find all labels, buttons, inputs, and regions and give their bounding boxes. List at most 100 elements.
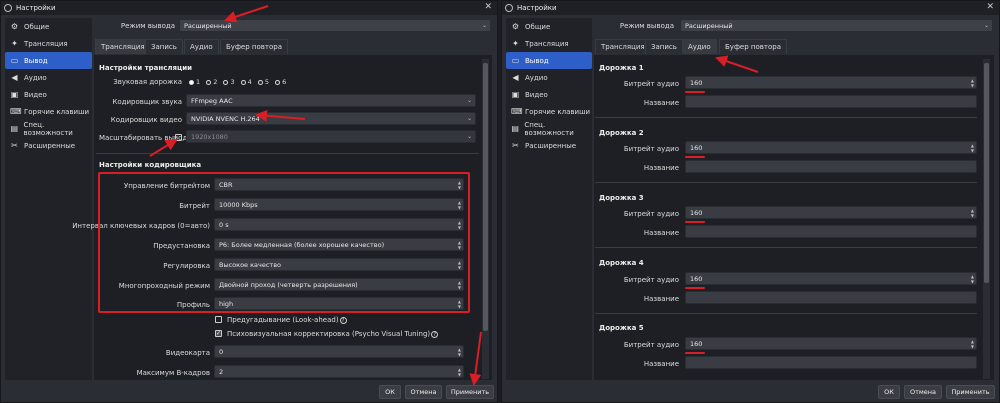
gear-icon: ⚙ bbox=[511, 22, 520, 31]
annotation-box bbox=[98, 172, 470, 313]
spin-arrows-icon: ▲ ▼ bbox=[970, 274, 974, 284]
sidebar-item-general[interactable]: ⚙ Общие bbox=[5, 18, 92, 35]
cancel-button[interactable]: Отмена bbox=[405, 385, 442, 399]
divider bbox=[96, 153, 479, 154]
monitor-icon: ▣ bbox=[10, 90, 19, 99]
sidebar-item-output[interactable]: ▭ Вывод bbox=[506, 52, 592, 69]
chevron-down-icon: ⌄ bbox=[466, 115, 472, 122]
monitor-icon: ▣ bbox=[511, 90, 520, 99]
chevron-down-icon: ⌄ bbox=[466, 97, 472, 104]
apply-button[interactable]: Применить bbox=[946, 385, 995, 399]
close-icon[interactable]: ✕ bbox=[986, 2, 994, 12]
lookahead-label: Предугадывание (Look-ahead)? bbox=[227, 316, 347, 324]
tab-stream[interactable]: Трансляция bbox=[95, 39, 151, 54]
track-name-input[interactable] bbox=[685, 356, 977, 369]
video-encoder-select[interactable]: NVIDIA NVENC H.264 ⌄ bbox=[186, 112, 476, 125]
rescale-output-checkbox[interactable] bbox=[175, 134, 182, 141]
sidebar-item-hotkeys[interactable]: ⌨ Горячие клавиши bbox=[5, 103, 92, 120]
sidebar-item-label: Общие bbox=[525, 22, 551, 31]
track-name-label: Название bbox=[643, 164, 679, 172]
tab-stream[interactable]: Трансляция bbox=[595, 39, 651, 54]
output-mode-select[interactable]: Расширенный ⌄ bbox=[680, 19, 993, 32]
audio-bitrate-label: Битрейт аудио bbox=[623, 276, 679, 284]
audio-bitrate-select[interactable]: 160 ▲ ▼ bbox=[685, 206, 977, 219]
track-name-input[interactable] bbox=[685, 225, 977, 238]
sidebar-item-hotkeys[interactable]: ⌨ Горячие клавиши bbox=[506, 103, 592, 120]
track-title: Дорожка 5 bbox=[599, 324, 644, 332]
output-mode-select[interactable]: Расширенный ⌄ bbox=[179, 19, 491, 32]
sidebar-item-audio[interactable]: ◀ Аудио bbox=[5, 69, 92, 86]
help-icon[interactable]: ? bbox=[431, 331, 439, 338]
track-name-input[interactable] bbox=[685, 160, 977, 173]
annotation-underline bbox=[685, 287, 705, 289]
track-name-label: Название bbox=[643, 229, 679, 237]
spin-arrows-icon: ▲ ▼ bbox=[457, 367, 461, 377]
sidebar-item-video[interactable]: ▣ Видео bbox=[5, 86, 92, 103]
track-name-input[interactable] bbox=[685, 95, 977, 108]
tab-recording[interactable]: Запись bbox=[645, 39, 683, 54]
radio-track-3[interactable] bbox=[223, 79, 229, 85]
output-mode-label: Режим вывода bbox=[120, 22, 175, 30]
track-title: Дорожка 2 bbox=[599, 129, 644, 137]
radio-track-2[interactable] bbox=[206, 79, 212, 85]
tab-audio[interactable]: Аудио bbox=[682, 39, 717, 54]
encoder-settings-title: Настройки кодировщика bbox=[99, 161, 202, 169]
audio-bitrate-label: Битрейт аудио bbox=[623, 210, 679, 218]
audio-bitrate-label: Битрейт аудио bbox=[623, 341, 679, 349]
radio-track-5[interactable] bbox=[257, 79, 263, 85]
track-name-input[interactable] bbox=[685, 291, 977, 304]
apply-button[interactable]: Применить bbox=[446, 385, 494, 399]
audio-bitrate-select[interactable]: 160 ▲ ▼ bbox=[685, 337, 977, 350]
audio-bitrate-select[interactable]: 160 ▲ ▼ bbox=[685, 76, 977, 89]
radio-track-1[interactable] bbox=[189, 79, 194, 85]
speaker-icon: ◀ bbox=[512, 73, 519, 82]
obs-logo-icon bbox=[4, 4, 12, 12]
audio-bitrate-select[interactable]: 160 ▲ ▼ bbox=[685, 141, 977, 154]
gpu-spinbox[interactable]: 0 ▲ ▼ bbox=[214, 345, 464, 358]
help-icon[interactable]: ? bbox=[339, 317, 347, 324]
psycho-visual-label: Психовизуальная корректировка (Psycho Vi… bbox=[227, 330, 439, 338]
close-icon[interactable]: ✕ bbox=[484, 2, 492, 12]
annotation-underline bbox=[685, 91, 705, 93]
ok-button[interactable]: ОК bbox=[379, 385, 401, 399]
sidebar-item-advanced[interactable]: ✂ Расширенные bbox=[5, 137, 92, 154]
sidebar-item-label: Спец. возможности bbox=[524, 120, 574, 137]
tools-icon: ✂ bbox=[11, 141, 18, 150]
audio-encoder-select[interactable]: FFmpeg AAC ⌄ bbox=[186, 94, 476, 107]
sidebar-item-advanced[interactable]: ✂ Расширенные bbox=[506, 137, 592, 154]
track-title: Дорожка 4 bbox=[599, 259, 644, 267]
title-bar: Настройки ✕ bbox=[502, 1, 999, 15]
cancel-button[interactable]: Отмена bbox=[904, 385, 942, 399]
tab-audio[interactable]: Аудио bbox=[184, 39, 219, 54]
lookahead-checkbox[interactable] bbox=[215, 316, 222, 323]
ok-button[interactable]: ОК bbox=[878, 385, 900, 399]
sidebar: ⚙ Общие ✦ Трансляция ▭ Вывод ◀ Аудио ▣ Видео … bbox=[5, 18, 92, 380]
divider bbox=[595, 313, 977, 314]
sidebar-item-output[interactable]: ▭ Вывод bbox=[5, 52, 92, 69]
radio-track-6[interactable] bbox=[275, 79, 281, 85]
psycho-visual-checkbox[interactable]: ✓ bbox=[215, 330, 222, 337]
sidebar-item-accessibility[interactable]: ▤ Спец. возможности bbox=[506, 120, 592, 137]
sidebar-item-stream[interactable]: ✦ Трансляция bbox=[506, 35, 592, 52]
scrollbar-thumb[interactable] bbox=[984, 63, 989, 283]
radio-track-4[interactable] bbox=[240, 79, 246, 85]
spin-arrows-icon: ▲ ▼ bbox=[970, 208, 974, 218]
sidebar-item-stream[interactable]: ✦ Трансляция bbox=[5, 35, 92, 52]
sidebar-item-label: Горячие клавиши bbox=[525, 107, 591, 116]
tab-replay-buffer[interactable]: Буфер повтора bbox=[719, 39, 787, 54]
settings-window-left: Настройки ✕ ⚙ Общие ✦ Трансляция ▭ Вывод ◀ А… bbox=[0, 0, 498, 403]
sidebar-item-accessibility[interactable]: ▤ Спец. возможности bbox=[5, 120, 92, 137]
audio-bitrate-select[interactable]: 160 ▲ ▼ bbox=[685, 272, 977, 285]
sidebar-item-audio[interactable]: ◀ Аудио bbox=[506, 69, 592, 86]
tab-replay-buffer[interactable]: Буфер повтора bbox=[220, 39, 288, 54]
tab-recording[interactable]: Запись bbox=[145, 39, 183, 54]
sidebar-item-label: Аудио bbox=[525, 73, 548, 82]
scrollbar-thumb[interactable] bbox=[483, 63, 488, 331]
title-bar: Настройки ✕ bbox=[1, 1, 497, 15]
sidebar-item-video[interactable]: ▣ Видео bbox=[506, 86, 592, 103]
rescale-resolution-select[interactable]: 1920x1080 ⌄ bbox=[186, 130, 476, 143]
stream-settings-title: Настройки трансляции bbox=[99, 64, 193, 72]
track-name-label: Название bbox=[643, 360, 679, 368]
max-bframes-spinbox[interactable]: 2 ▲ ▼ bbox=[214, 365, 464, 378]
sidebar-item-general[interactable]: ⚙ Общие bbox=[506, 18, 592, 35]
